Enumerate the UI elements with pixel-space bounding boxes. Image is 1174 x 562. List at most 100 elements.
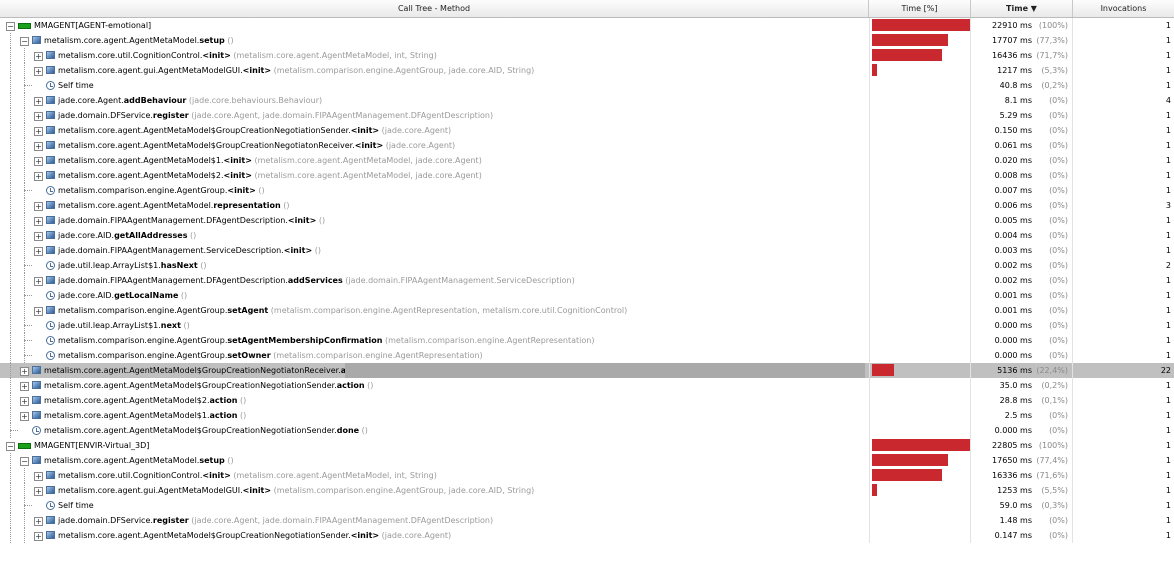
method-cell[interactable]: + metalism.core.agent.AgentMetaModel.repr…: [0, 198, 868, 213]
expand-icon[interactable]: +: [34, 127, 43, 136]
method-cell[interactable]: + metalism.comparison.engine.AgentGroup.s…: [0, 303, 868, 318]
table-row-selected[interactable]: + metalism.core.agent.AgentMetaModel$Grou…: [0, 363, 1174, 378]
expand-icon[interactable]: +: [34, 67, 43, 76]
method-cell[interactable]: + jade.domain.FIPAAgentManagement.Service…: [0, 243, 868, 258]
table-row[interactable]: + metalism.core.agent.AgentMetaModel.repr…: [0, 198, 1174, 213]
method-cell[interactable]: + jade.domain.FIPAAgentManagement.DFAgent…: [0, 213, 868, 228]
expand-icon[interactable]: +: [34, 277, 43, 286]
method-cell[interactable]: − MMAGENT[ENVIR-Virtual_3D]: [0, 438, 868, 453]
expand-icon[interactable]: +: [34, 112, 43, 121]
table-row[interactable]: + jade.domain.FIPAAgentManagement.Service…: [0, 243, 1174, 258]
table-row[interactable]: + metalism.core.agent.AgentMetaModel$1.ac…: [0, 408, 1174, 423]
method-cell[interactable]: + jade.domain.DFService.register (jade.co…: [0, 108, 868, 123]
expand-icon[interactable]: +: [34, 307, 43, 316]
table-row[interactable]: + jade.domain.FIPAAgentManagement.DFAgent…: [0, 213, 1174, 228]
table-row[interactable]: + metalism.comparison.engine.AgentGroup.s…: [0, 303, 1174, 318]
expand-icon[interactable]: +: [34, 517, 43, 526]
method-cell[interactable]: + metalism.core.agent.AgentMetaModel$2.ac…: [0, 393, 868, 408]
expand-icon[interactable]: +: [34, 97, 43, 106]
table-row[interactable]: jade.util.leap.ArrayList$1.next () 0.000 …: [0, 318, 1174, 333]
column-header-time[interactable]: Time ▼: [971, 0, 1073, 17]
method-cell[interactable]: − metalism.core.agent.AgentMetaModel.setu…: [0, 453, 868, 468]
table-row[interactable]: jade.core.AID.getLocalName () 0.001 ms (0%…: [0, 288, 1174, 303]
table-row[interactable]: − MMAGENT[ENVIR-Virtual_3D] 22805 ms (100%)…: [0, 438, 1174, 453]
table-row[interactable]: + metalism.core.agent.AgentMetaModel$Grou…: [0, 528, 1174, 543]
expand-icon[interactable]: +: [34, 52, 43, 61]
column-header-time-percent[interactable]: Time [%]: [869, 0, 971, 17]
method-cell[interactable]: metalism.core.agent.AgentMetaModel$Group…: [0, 423, 868, 438]
method-cell[interactable]: metalism.comparison.engine.AgentGroup.se…: [0, 333, 868, 348]
expand-icon[interactable]: +: [34, 232, 43, 241]
table-row[interactable]: + jade.core.AID.getAllAddresses () 0.004 m…: [0, 228, 1174, 243]
method-cell[interactable]: + metalism.core.agent.AgentMetaModel$Grou…: [0, 138, 868, 153]
table-row[interactable]: + metalism.core.agent.AgentMetaModel$2.<i…: [0, 168, 1174, 183]
expand-icon[interactable]: +: [34, 532, 43, 541]
method-cell[interactable]: Self time: [0, 78, 868, 93]
method-cell[interactable]: metalism.comparison.engine.AgentGroup.<i…: [0, 183, 868, 198]
method-cell[interactable]: + jade.domain.FIPAAgentManagement.DFAgent…: [0, 273, 868, 288]
table-row[interactable]: Self time 40.8 ms (0,2%) 1: [0, 78, 1174, 93]
method-cell[interactable]: + metalism.core.agent.AgentMetaModel$Grou…: [0, 123, 868, 138]
expand-icon[interactable]: +: [34, 142, 43, 151]
horizontal-scrollbar-thumb[interactable]: [345, 363, 865, 378]
collapse-icon[interactable]: −: [20, 37, 29, 46]
expand-icon[interactable]: +: [34, 217, 43, 226]
method-cell[interactable]: + metalism.core.agent.AgentMetaModel$Grou…: [0, 378, 868, 393]
column-header-invocations[interactable]: Invocations: [1073, 0, 1174, 17]
method-cell[interactable]: + metalism.core.agent.AgentMetaModel$Grou…: [0, 528, 868, 543]
column-header-method[interactable]: Call Tree - Method: [0, 0, 869, 17]
table-row[interactable]: + metalism.core.util.CognitionControl.<in…: [0, 48, 1174, 63]
method-cell[interactable]: jade.util.leap.ArrayList$1.next (): [0, 318, 868, 333]
table-row[interactable]: + jade.domain.DFService.register (jade.co…: [0, 108, 1174, 123]
expand-icon[interactable]: +: [20, 382, 29, 391]
table-row[interactable]: − metalism.core.agent.AgentMetaModel.setu…: [0, 33, 1174, 48]
table-row[interactable]: metalism.comparison.engine.AgentGroup.se…: [0, 348, 1174, 363]
expand-icon[interactable]: +: [34, 202, 43, 211]
table-row[interactable]: + jade.core.Agent.addBehaviour (jade.core…: [0, 93, 1174, 108]
method-cell[interactable]: + metalism.core.agent.AgentMetaModel$Grou…: [0, 363, 868, 378]
method-cell[interactable]: + metalism.core.agent.gui.AgentMetaModelG…: [0, 63, 868, 78]
method-cell[interactable]: jade.util.leap.ArrayList$1.hasNext (): [0, 258, 868, 273]
method-cell[interactable]: − MMAGENT[AGENT-emotional]: [0, 18, 868, 33]
expand-icon[interactable]: +: [34, 487, 43, 496]
table-row[interactable]: + metalism.core.agent.AgentMetaModel$2.ac…: [0, 393, 1174, 408]
method-cell[interactable]: Self time: [0, 498, 868, 513]
expand-icon[interactable]: +: [20, 367, 29, 376]
method-cell[interactable]: + jade.core.AID.getAllAddresses (): [0, 228, 868, 243]
method-cell[interactable]: metalism.comparison.engine.AgentGroup.se…: [0, 348, 868, 363]
collapse-icon[interactable]: −: [20, 457, 29, 466]
method-cell[interactable]: jade.core.AID.getLocalName (): [0, 288, 868, 303]
table-row[interactable]: metalism.core.agent.AgentMetaModel$Group…: [0, 423, 1174, 438]
table-row[interactable]: − MMAGENT[AGENT-emotional] 22910 ms (100%) 1: [0, 18, 1174, 33]
table-row[interactable]: + metalism.core.agent.gui.AgentMetaModelG…: [0, 63, 1174, 78]
method-cell[interactable]: + metalism.core.agent.AgentMetaModel$1.<i…: [0, 153, 868, 168]
table-row[interactable]: metalism.comparison.engine.AgentGroup.<i…: [0, 183, 1174, 198]
expand-icon[interactable]: +: [34, 472, 43, 481]
method-cell[interactable]: + metalism.core.util.CognitionControl.<in…: [0, 48, 868, 63]
table-row[interactable]: + metalism.core.agent.AgentMetaModel$1.<i…: [0, 153, 1174, 168]
table-row[interactable]: jade.util.leap.ArrayList$1.hasNext () 0.0…: [0, 258, 1174, 273]
table-row[interactable]: Self time 59.0 ms (0,3%) 1: [0, 498, 1174, 513]
method-cell[interactable]: + jade.domain.DFService.register (jade.co…: [0, 513, 868, 528]
table-row[interactable]: + jade.domain.DFService.register (jade.co…: [0, 513, 1174, 528]
collapse-icon[interactable]: −: [6, 442, 15, 451]
table-row[interactable]: + metalism.core.agent.gui.AgentMetaModelG…: [0, 483, 1174, 498]
expand-icon[interactable]: +: [20, 412, 29, 421]
table-row[interactable]: − metalism.core.agent.AgentMetaModel.setu…: [0, 453, 1174, 468]
table-row[interactable]: + metalism.core.agent.AgentMetaModel$Grou…: [0, 138, 1174, 153]
table-row[interactable]: + metalism.core.agent.AgentMetaModel$Grou…: [0, 378, 1174, 393]
method-cell[interactable]: + metalism.core.agent.gui.AgentMetaModelG…: [0, 483, 868, 498]
table-row[interactable]: + metalism.core.agent.AgentMetaModel$Grou…: [0, 123, 1174, 138]
method-cell[interactable]: + jade.core.Agent.addBehaviour (jade.core…: [0, 93, 868, 108]
table-row[interactable]: + jade.domain.FIPAAgentManagement.DFAgent…: [0, 273, 1174, 288]
expand-icon[interactable]: +: [20, 397, 29, 406]
method-cell[interactable]: − metalism.core.agent.AgentMetaModel.setu…: [0, 33, 868, 48]
collapse-icon[interactable]: −: [6, 22, 15, 31]
table-row[interactable]: metalism.comparison.engine.AgentGroup.se…: [0, 333, 1174, 348]
method-cell[interactable]: + metalism.core.agent.AgentMetaModel$1.ac…: [0, 408, 868, 423]
expand-icon[interactable]: +: [34, 157, 43, 166]
table-row[interactable]: + metalism.core.util.CognitionControl.<in…: [0, 468, 1174, 483]
expand-icon[interactable]: +: [34, 172, 43, 181]
method-cell[interactable]: + metalism.core.util.CognitionControl.<in…: [0, 468, 868, 483]
expand-icon[interactable]: +: [34, 247, 43, 256]
